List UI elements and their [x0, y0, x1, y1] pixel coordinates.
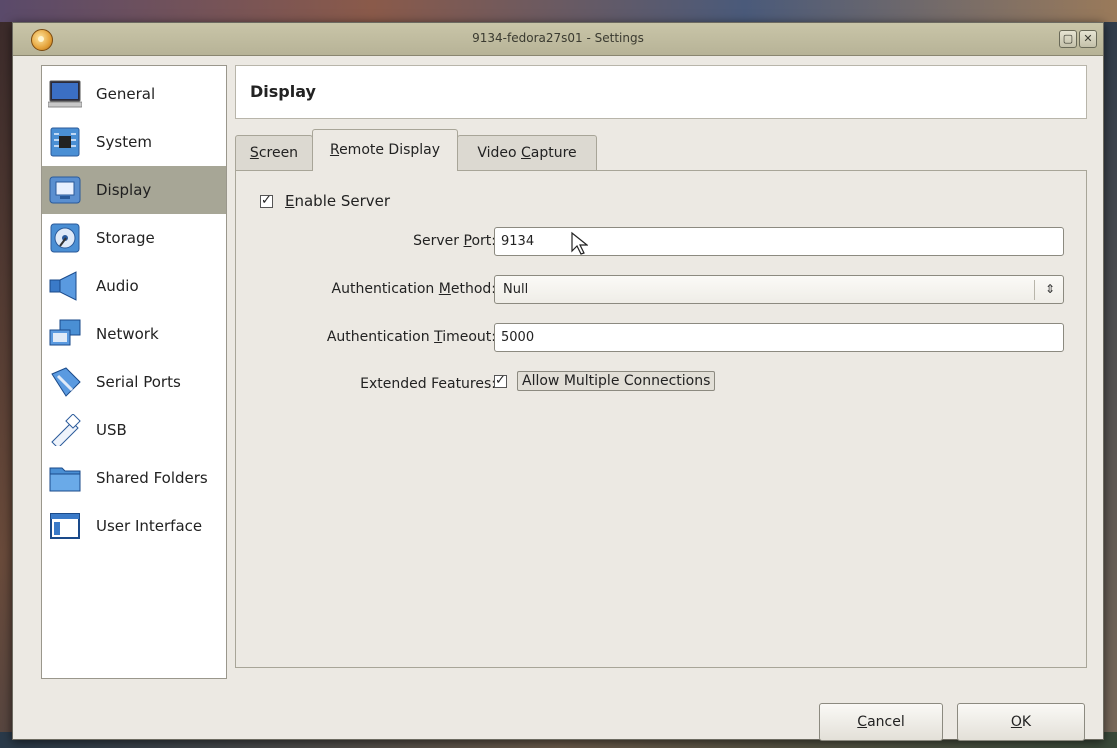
page-title: Display [250, 82, 316, 101]
remote-display-panel: Enable Server Server Port: 9134 Authenti… [235, 170, 1087, 668]
tab-video-capture[interactable]: Video Capture [457, 135, 597, 170]
window-icon [48, 510, 82, 542]
server-port-label: Server Port: [413, 233, 496, 249]
close-button[interactable]: ✕ [1079, 30, 1097, 48]
auth-method-select[interactable]: Null ⇕ [494, 275, 1064, 304]
enable-server-row: Enable Server [260, 192, 390, 210]
extended-features-row: Allow Multiple Connections [494, 371, 716, 391]
window-title: 9134-fedora27s01 - Settings [472, 31, 644, 45]
network-icon [48, 318, 82, 350]
extended-features-label: Extended Features: [360, 376, 496, 392]
tab-label-part: apture [530, 145, 577, 161]
combo-divider [1034, 280, 1035, 300]
display-icon [48, 174, 82, 206]
desktop-background-top [0, 0, 1117, 22]
sidebar-item-audio[interactable]: Audio [42, 262, 226, 310]
settings-dialog: 9134-fedora27s01 - Settings ▢ ✕ General … [12, 22, 1104, 741]
maximize-button[interactable]: ▢ [1059, 30, 1077, 48]
sidebar-item-label: Display [96, 181, 152, 199]
tab-label-part: emote Display [339, 142, 441, 158]
allow-multiple-connections-checkbox[interactable] [494, 373, 507, 388]
settings-category-list: General System Display Storage Audio Net… [41, 65, 227, 679]
cancel-button[interactable]: Cancel [819, 703, 943, 741]
tab-mnemonic: C [521, 145, 531, 161]
sidebar-item-label: Network [96, 325, 159, 343]
sidebar-item-usb[interactable]: USB [42, 406, 226, 454]
tab-remote-display[interactable]: Remote Display [312, 129, 458, 171]
sidebar-item-serial-ports[interactable]: Serial Ports [42, 358, 226, 406]
tab-mnemonic: R [329, 142, 340, 158]
disk-icon [48, 222, 82, 254]
sidebar-item-display[interactable]: Display [42, 166, 226, 214]
sidebar-item-label: System [96, 133, 152, 151]
serial-port-icon [48, 366, 82, 398]
speaker-icon [48, 270, 82, 302]
updown-arrows-icon: ⇕ [1044, 282, 1055, 296]
folder-icon [48, 462, 82, 494]
sidebar-item-storage[interactable]: Storage [42, 214, 226, 262]
sidebar-item-label: USB [96, 421, 127, 439]
tab-mnemonic: S [249, 145, 259, 161]
enable-server-checkbox[interactable] [260, 193, 273, 208]
sidebar-item-shared-folders[interactable]: Shared Folders [42, 454, 226, 502]
tab-label-part: creen [258, 145, 299, 161]
sidebar-item-label: Storage [96, 229, 155, 247]
ok-button[interactable]: OK [957, 703, 1085, 741]
enable-server-label[interactable]: Enable Server [285, 192, 390, 210]
allow-multiple-connections-label[interactable]: Allow Multiple Connections [517, 371, 716, 391]
auth-method-value: Null [503, 282, 529, 297]
sidebar-item-label: Serial Ports [96, 373, 181, 391]
sidebar-item-label: User Interface [96, 517, 203, 535]
usb-icon [48, 413, 82, 449]
sidebar-item-user-interface[interactable]: User Interface [42, 502, 226, 550]
chip-icon [48, 126, 82, 158]
sidebar-item-label: Shared Folders [96, 469, 208, 487]
auth-timeout-field[interactable]: 5000 [494, 323, 1064, 352]
mouse-pointer-icon [570, 231, 589, 259]
auth-method-label: Authentication Method: [331, 281, 496, 297]
tab-screen[interactable]: Screen [235, 135, 313, 170]
title-bar[interactable]: 9134-fedora27s01 - Settings ▢ ✕ [13, 23, 1103, 56]
sidebar-item-general[interactable]: General [42, 70, 226, 118]
sidebar-item-system[interactable]: System [42, 118, 226, 166]
sidebar-item-network[interactable]: Network [42, 310, 226, 358]
sidebar-item-label: General [96, 85, 156, 103]
page-header: Display [235, 65, 1087, 119]
monitor-icon [47, 78, 83, 110]
sidebar-item-label: Audio [96, 277, 139, 295]
auth-timeout-label: Authentication Timeout: [326, 329, 496, 345]
tab-label-part: Video [477, 145, 521, 161]
